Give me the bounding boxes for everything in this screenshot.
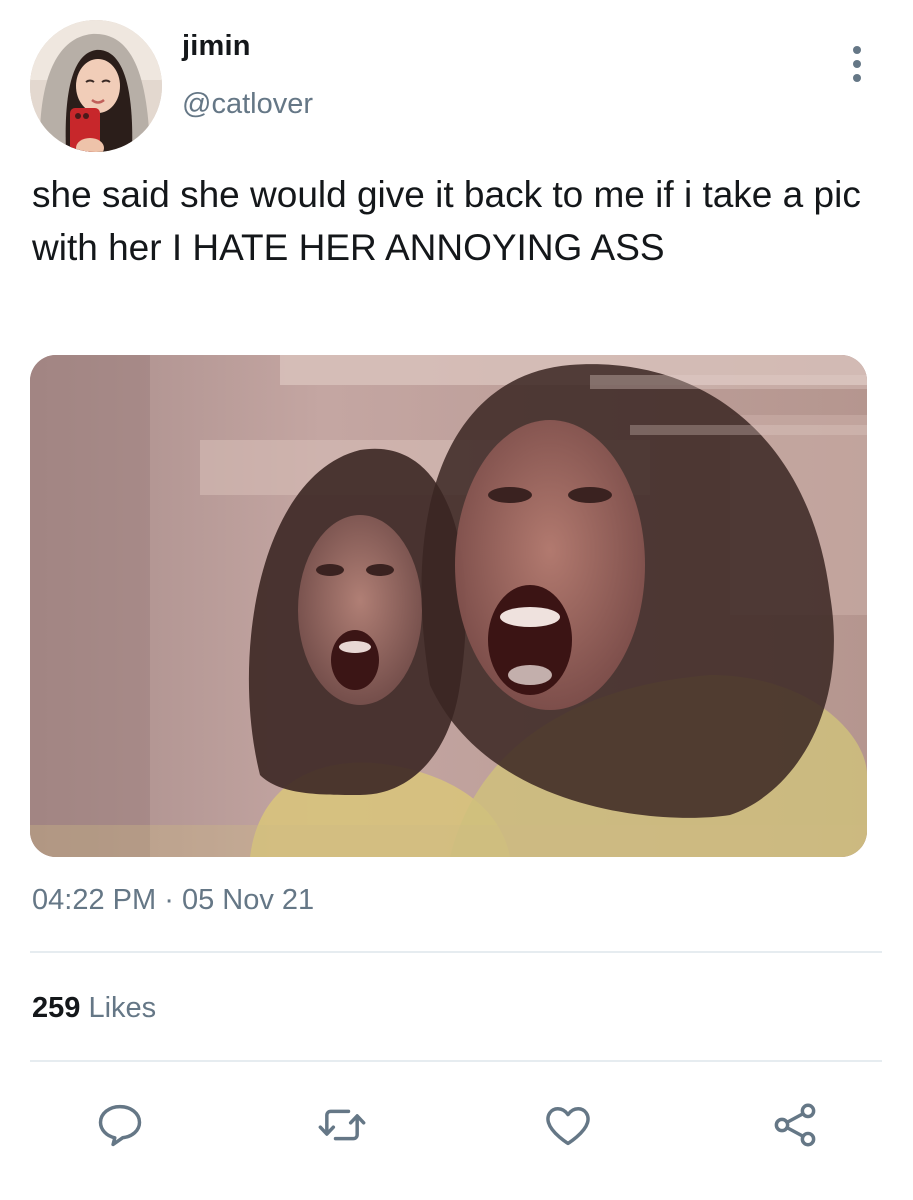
retweet-button[interactable]	[315, 1098, 369, 1152]
more-vertical-icon-dot	[853, 74, 861, 82]
likes-count: 259	[32, 992, 81, 1024]
more-vertical-icon	[853, 46, 861, 54]
retweet-icon	[318, 1109, 366, 1141]
display-name[interactable]: jimin	[182, 30, 251, 63]
share-button[interactable]	[768, 1098, 822, 1152]
likes-label: Likes	[88, 992, 157, 1024]
heart-icon	[546, 1107, 590, 1146]
meme-image	[30, 355, 867, 857]
more-vertical-icon-dot	[853, 60, 861, 68]
reply-icon	[98, 1104, 142, 1147]
tweet-detail: jimin @catlover she said she would give …	[0, 0, 913, 1200]
avatar[interactable]	[30, 20, 162, 152]
like-button[interactable]	[541, 1098, 595, 1152]
share-icon	[774, 1103, 816, 1147]
avatar-image	[30, 20, 162, 152]
divider-top	[30, 951, 882, 953]
tweet-text: she said she would give it back to me if…	[32, 174, 861, 268]
user-handle[interactable]: @catlover	[182, 88, 313, 121]
reply-button[interactable]	[93, 1098, 147, 1152]
tweet-timestamp: 04:22 PM · 05 Nov 21	[32, 884, 314, 917]
more-options-button[interactable]	[840, 40, 874, 88]
timestamp-separator: ·	[164, 884, 174, 916]
tweet-time: 04:22 PM	[32, 884, 157, 916]
likes-stat[interactable]: 259 Likes	[32, 992, 156, 1025]
divider-bottom	[30, 1060, 882, 1062]
tweet-media-image[interactable]	[30, 355, 867, 857]
tweet-date: 05 Nov 21	[181, 884, 315, 916]
